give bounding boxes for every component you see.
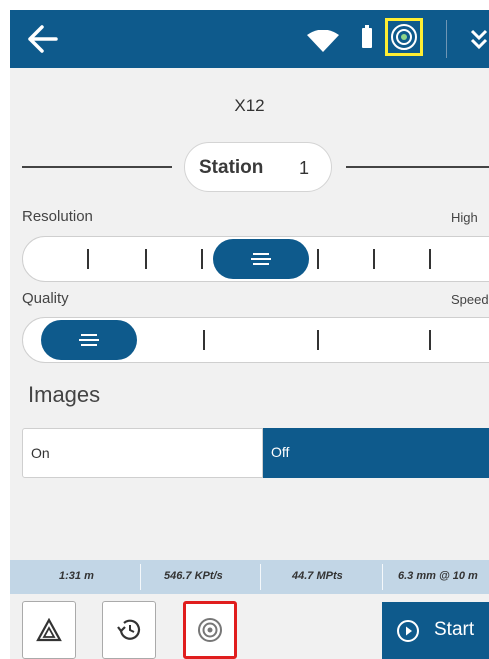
history-button[interactable] (102, 601, 156, 659)
resolution-tick (87, 249, 89, 269)
more-button[interactable] (469, 28, 489, 50)
target-tool-button[interactable] (22, 601, 76, 659)
grip-lines-icon (79, 334, 99, 346)
resolution-label: Resolution (22, 208, 93, 225)
start-label: Start (434, 619, 475, 640)
scan-duration: 1:31 m (59, 570, 94, 582)
resolution-max-label: High (451, 210, 478, 225)
images-off-label: Off (271, 444, 290, 460)
stat-divider (382, 564, 383, 590)
resolution-slider-thumb[interactable] (213, 239, 309, 279)
play-circle-icon (397, 620, 419, 642)
station-selector[interactable]: Station 1 (184, 142, 332, 192)
battery-icon (362, 25, 372, 48)
station-number: 1 (299, 158, 310, 178)
grip-lines-icon (251, 253, 271, 265)
resolution-tick (373, 249, 375, 269)
stat-divider (140, 564, 141, 590)
quality-slider[interactable] (22, 317, 489, 363)
images-off-option[interactable]: Off (263, 428, 489, 478)
station-divider-right (346, 166, 489, 168)
top-bar (10, 10, 489, 68)
resolution-slider[interactable] (22, 236, 489, 282)
chevron-double-down-icon (470, 29, 488, 50)
point-rate: 546.7 KPt/s (164, 570, 223, 582)
scan-stats-bar: 1:31 m 546.7 KPt/s 44.7 MPts 6.3 mm @ 10… (10, 560, 489, 594)
start-button[interactable]: Start (382, 602, 489, 659)
device-name: X12 (234, 96, 265, 115)
images-heading: Images (28, 382, 101, 407)
wifi-icon (307, 30, 339, 52)
history-icon (117, 619, 141, 640)
station-divider-left (22, 166, 172, 168)
stat-divider (260, 564, 261, 590)
images-on-label: On (31, 445, 50, 461)
images-on-option[interactable]: On (22, 428, 263, 478)
arrow-left-icon (28, 25, 58, 53)
resolution-tick (317, 249, 319, 269)
resolution-tick (145, 249, 147, 269)
target-triangle-icon (36, 618, 62, 642)
scan-status-button[interactable] (385, 18, 423, 56)
resolution-tick (201, 249, 203, 269)
quality-tick (429, 330, 431, 350)
quality-tick (203, 330, 205, 350)
header-divider (446, 20, 447, 58)
images-toggle: On Off (22, 428, 489, 478)
quality-slider-thumb[interactable] (41, 320, 137, 360)
app-frame: X12 Station 1 Resolution High Quality Sp… (10, 10, 489, 659)
scanner-target-icon (391, 24, 417, 50)
scan-target-button[interactable] (183, 601, 237, 659)
point-count: 44.7 MPts (292, 570, 343, 582)
back-button[interactable] (26, 24, 60, 54)
resolution-tick (429, 249, 431, 269)
quality-max-label: Speed (451, 292, 489, 307)
scan-target-icon (198, 618, 222, 642)
station-label: Station (199, 157, 264, 178)
point-spacing: 6.3 mm @ 10 m (398, 570, 478, 582)
quality-label: Quality (22, 290, 69, 307)
quality-tick (317, 330, 319, 350)
